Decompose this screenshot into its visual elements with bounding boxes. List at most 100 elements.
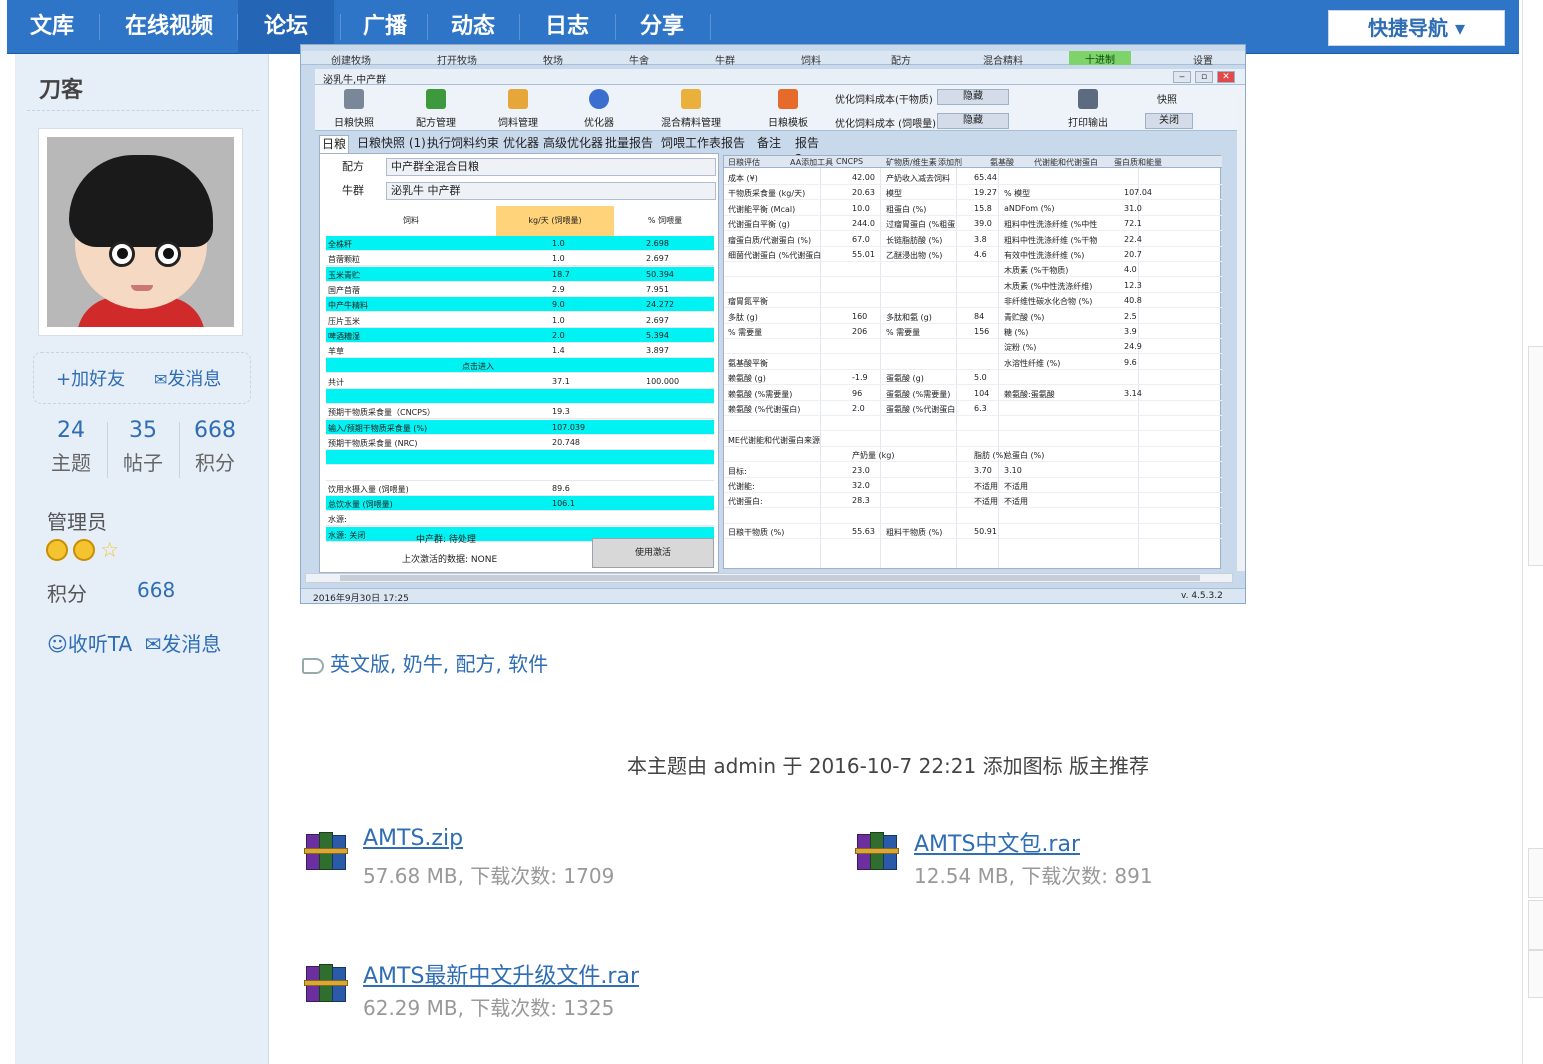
printer-icon — [1078, 89, 1098, 109]
evaluation-row: 细菌代谢蛋白 (%代谢蛋白 55.01 乙醚浸出物 (%) 4.6 有效中性洗涤纤维 (… — [724, 247, 1222, 262]
feed-cell: 100.000 — [646, 376, 680, 386]
evaluation-cell: 干物质采食量 (kg/天) — [728, 189, 806, 199]
evaluation-cell: 代谢能平衡 (Mcal) — [728, 204, 796, 214]
evaluation-tab[interactable]: AA添加工具 — [790, 157, 833, 168]
evaluation-tab[interactable]: 添加剂 — [938, 157, 962, 168]
page-scrollbar[interactable] — [1522, 0, 1543, 1064]
scroll-button[interactable] — [1528, 900, 1543, 950]
evaluation-cell: 67.0 — [852, 234, 870, 244]
evaluation-row: 淀粉 (%) 24.9 — [724, 339, 1222, 355]
evaluation-row: 氨基酸平衡 水溶性纤维 (%) 9.6 — [724, 355, 1222, 370]
attachment-link[interactable]: AMTS最新中文升级文件.rar — [363, 958, 639, 990]
stat-posts[interactable]: 35 帖子 — [107, 418, 179, 476]
quick-nav-button[interactable]: 快捷导航 ▾ — [1328, 10, 1505, 46]
tag-icon — [302, 657, 324, 674]
tag-link[interactable]: 英文版 — [330, 652, 390, 676]
template-icon — [778, 89, 798, 109]
feed-row[interactable]: 预期干物质采食量 (NRC) 20.748 — [326, 435, 714, 450]
avatar-mouth — [131, 285, 153, 291]
send-message-button-2[interactable]: ✉发消息 — [145, 632, 222, 656]
evaluation-tab[interactable]: 代谢能和代谢蛋白 — [1034, 157, 1098, 168]
feed-row[interactable]: 中产牛精料 9.0 24.272 — [326, 297, 714, 313]
feed-cell: 共计 — [328, 377, 344, 387]
feed-cell: 预期干物质采食量（CNCPS） — [328, 408, 436, 418]
feed-row[interactable]: 点击进入 — [326, 358, 714, 374]
avatar[interactable] — [38, 128, 243, 336]
evaluation-cell: 成本 (¥) — [728, 174, 758, 183]
evaluation-cell: 9.6 — [1124, 357, 1137, 367]
feed-cell: 7.951 — [646, 284, 669, 294]
tag-list: 英文版, 奶牛, 配方, 软件 — [302, 648, 548, 677]
evaluation-cell: 代谢蛋白: — [728, 497, 763, 507]
activate-button: 使用激活 — [592, 538, 714, 568]
feed-row[interactable]: 饮用水摄入量 (饲喂量) 89.6 — [326, 481, 714, 496]
feed-cell: 107.039 — [552, 422, 586, 432]
message-icon: ✉ — [154, 370, 168, 389]
evaluation-cell: 10.0 — [852, 203, 870, 213]
feed-cell: 压片玉米 — [328, 316, 360, 326]
tag-link[interactable]: 奶牛 — [403, 652, 443, 676]
opt-cost-feed-label: 优化饲料成本 (饲喂量) — [835, 119, 936, 130]
feed-cell: 水源: 关闭 — [328, 530, 366, 540]
evaluation-row: 木质素 (%干物质) 4.0 — [724, 262, 1222, 278]
stat-threads[interactable]: 24 主题 — [35, 418, 107, 476]
evaluation-cell: % 需要量 — [728, 328, 763, 337]
feed-row[interactable] — [326, 450, 714, 466]
attachment-link[interactable]: AMTS中文包.rar — [914, 826, 1080, 858]
feed-row[interactable]: 水源: — [326, 511, 714, 527]
feed-row[interactable]: 共计 37.1 100.000 — [326, 374, 714, 389]
feed-row[interactable]: 玉米青贮 18.7 50.394 — [326, 266, 714, 282]
tag-link[interactable]: 配方 — [455, 652, 495, 676]
send-message-button[interactable]: ✉发消息 — [154, 365, 221, 391]
status-date: 2016年9月30日 17:25 — [313, 594, 409, 604]
feed-cell: 中产牛精料 — [328, 301, 368, 311]
software-screenshot[interactable]: 创建牧场 打开牧场 牧场 牛舍 牛群 饲料 配方 混合精料 十进制 设置 泌乳牛… — [300, 44, 1246, 604]
feed-row[interactable]: 国产苜蓿 2.9 7.951 — [326, 282, 714, 297]
evaluation-tab[interactable]: CNCPS — [836, 157, 863, 166]
evaluation-row: ME代谢能和代谢蛋白来源 — [724, 432, 1222, 447]
avatar-eye — [155, 241, 181, 267]
add-friend-button[interactable]: +加好友 — [56, 365, 125, 391]
feed-row[interactable]: 压片玉米 1.0 2.697 — [326, 313, 714, 328]
evaluation-cell: 23.0 — [852, 465, 870, 475]
user-role[interactable]: 管理员 — [47, 506, 107, 535]
stat-label: 帖子 — [123, 451, 163, 475]
evaluation-row: 代谢能平衡 (Mcal) 10.0 粗蛋白 (%) 15.8 aNDFom (%) 31.… — [724, 201, 1222, 216]
tag-link[interactable]: 软件 — [508, 652, 548, 676]
feed-row[interactable]: 苜蓿颗粒 1.0 2.697 — [326, 251, 714, 267]
feed-row[interactable]: 啤酒糟湿 2.0 5.394 — [326, 327, 714, 343]
feed-row[interactable]: 总饮水量 (饲喂量) 106.1 — [326, 496, 714, 512]
evaluation-cell: -1.9 — [852, 373, 868, 383]
evaluation-cell: 107.04 — [1124, 188, 1152, 198]
evaluation-tab[interactable]: 矿物质/维生素 — [886, 157, 937, 168]
evaluation-cell: 过瘤胃蛋白 (%粗蛋 — [886, 220, 956, 230]
evaluation-tab[interactable]: 日粮评估 — [728, 157, 760, 168]
evaluation-cell: 96 — [852, 388, 863, 398]
feed-row[interactable]: 羊草 1.4 3.897 — [326, 343, 714, 359]
nav-video[interactable]: 在线视频 — [107, 0, 231, 54]
evaluation-cell: 55.01 — [852, 250, 875, 259]
feed-row[interactable]: 输入/预期干物质采食量 (%) 107.039 — [326, 419, 714, 435]
follow-label: 收听TA — [67, 632, 133, 656]
stat-points[interactable]: 668 积分 — [179, 418, 251, 476]
feed-cell: 106.1 — [552, 499, 575, 509]
feed-grid-header: 饲料 kg/天 (饲喂量) % 饲喂量 — [326, 206, 714, 236]
feed-row[interactable] — [326, 389, 714, 404]
follow-button[interactable]: ☺收听TA — [47, 632, 132, 656]
feed-cell: 18.7 — [552, 269, 570, 279]
attachment-link[interactable]: AMTS.zip — [363, 826, 463, 851]
feed-row[interactable] — [326, 466, 714, 481]
evaluation-cell: 蛋氨酸 (%代谢蛋白 — [886, 405, 956, 414]
feed-row[interactable]: 全株秆 1.0 2.698 — [326, 236, 714, 251]
author-name[interactable]: 刀客 — [39, 72, 83, 104]
nav-wenku[interactable]: 文库 — [7, 0, 97, 54]
star-rank-icon: ☆ — [100, 538, 120, 562]
evaluation-cell: 72.1 — [1124, 219, 1142, 229]
points-label: 积分 — [47, 582, 87, 606]
feed-cell: 2.698 — [646, 239, 669, 248]
evaluation-tab[interactable]: 氨基酸 — [990, 157, 1014, 168]
scroll-button[interactable] — [1528, 950, 1543, 998]
feed-row[interactable]: 预期干物质采食量（CNCPS） 19.3 — [326, 404, 714, 420]
evaluation-tab[interactable]: 蛋白质和能量 — [1114, 157, 1162, 168]
scroll-button[interactable] — [1528, 848, 1543, 898]
